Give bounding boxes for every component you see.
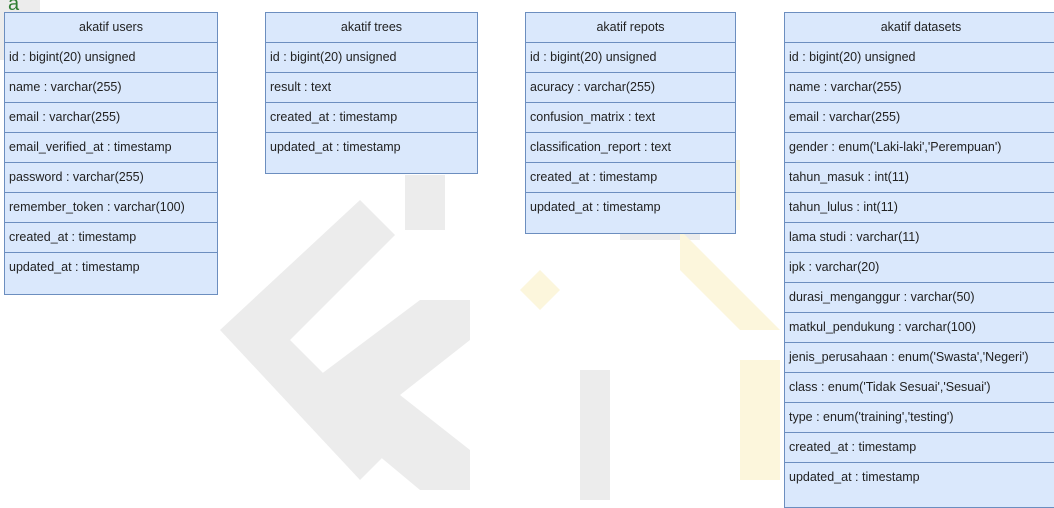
field-row[interactable]: type : enum('training','testing') [785, 403, 1054, 433]
field-row[interactable]: id : bigint(20) unsigned [266, 43, 477, 73]
field-row[interactable]: remember_token : varchar(100) [5, 193, 217, 223]
entity-akatif-repots[interactable]: akatif repots id : bigint(20) unsigned a… [525, 12, 736, 234]
field-row[interactable]: class : enum('Tidak Sesuai','Sesuai') [785, 373, 1054, 403]
entity-title: akatif datasets [785, 13, 1054, 43]
field-row[interactable]: updated_at : timestamp [5, 253, 217, 282]
field-row[interactable]: id : bigint(20) unsigned [785, 43, 1054, 73]
field-row[interactable]: tahun_masuk : int(11) [785, 163, 1054, 193]
field-row[interactable]: created_at : timestamp [526, 163, 735, 193]
field-row[interactable]: updated_at : timestamp [526, 193, 735, 222]
field-row[interactable]: created_at : timestamp [785, 433, 1054, 463]
field-row[interactable]: created_at : timestamp [5, 223, 217, 253]
field-row[interactable]: created_at : timestamp [266, 103, 477, 133]
field-row[interactable]: ipk : varchar(20) [785, 253, 1054, 283]
corner-mark: a [8, 0, 20, 15]
field-row[interactable]: acuracy : varchar(255) [526, 73, 735, 103]
field-row[interactable]: email_verified_at : timestamp [5, 133, 217, 163]
field-row[interactable]: tahun_lulus : int(11) [785, 193, 1054, 223]
field-row[interactable]: jenis_perusahaan : enum('Swasta','Negeri… [785, 343, 1054, 373]
field-row[interactable]: gender : enum('Laki-laki','Perempuan') [785, 133, 1054, 163]
entity-akatif-trees[interactable]: akatif trees id : bigint(20) unsigned re… [265, 12, 478, 174]
field-row[interactable]: name : varchar(255) [785, 73, 1054, 103]
field-row[interactable]: classification_report : text [526, 133, 735, 163]
field-row[interactable]: updated_at : timestamp [785, 463, 1054, 492]
field-row[interactable]: email : varchar(255) [5, 103, 217, 133]
entity-title: akatif users [5, 13, 217, 43]
entity-title: akatif trees [266, 13, 477, 43]
field-row[interactable]: password : varchar(255) [5, 163, 217, 193]
entity-akatif-users[interactable]: akatif users id : bigint(20) unsigned na… [4, 12, 218, 295]
field-row[interactable]: updated_at : timestamp [266, 133, 477, 162]
field-row[interactable]: id : bigint(20) unsigned [5, 43, 217, 73]
field-row[interactable]: email : varchar(255) [785, 103, 1054, 133]
field-row[interactable]: name : varchar(255) [5, 73, 217, 103]
entity-akatif-datasets[interactable]: akatif datasets id : bigint(20) unsigned… [784, 12, 1054, 508]
entity-title: akatif repots [526, 13, 735, 43]
field-row[interactable]: lama studi : varchar(11) [785, 223, 1054, 253]
field-row[interactable]: id : bigint(20) unsigned [526, 43, 735, 73]
field-row[interactable]: result : text [266, 73, 477, 103]
field-row[interactable]: durasi_menganggur : varchar(50) [785, 283, 1054, 313]
field-row[interactable]: matkul_pendukung : varchar(100) [785, 313, 1054, 343]
field-row[interactable]: confusion_matrix : text [526, 103, 735, 133]
